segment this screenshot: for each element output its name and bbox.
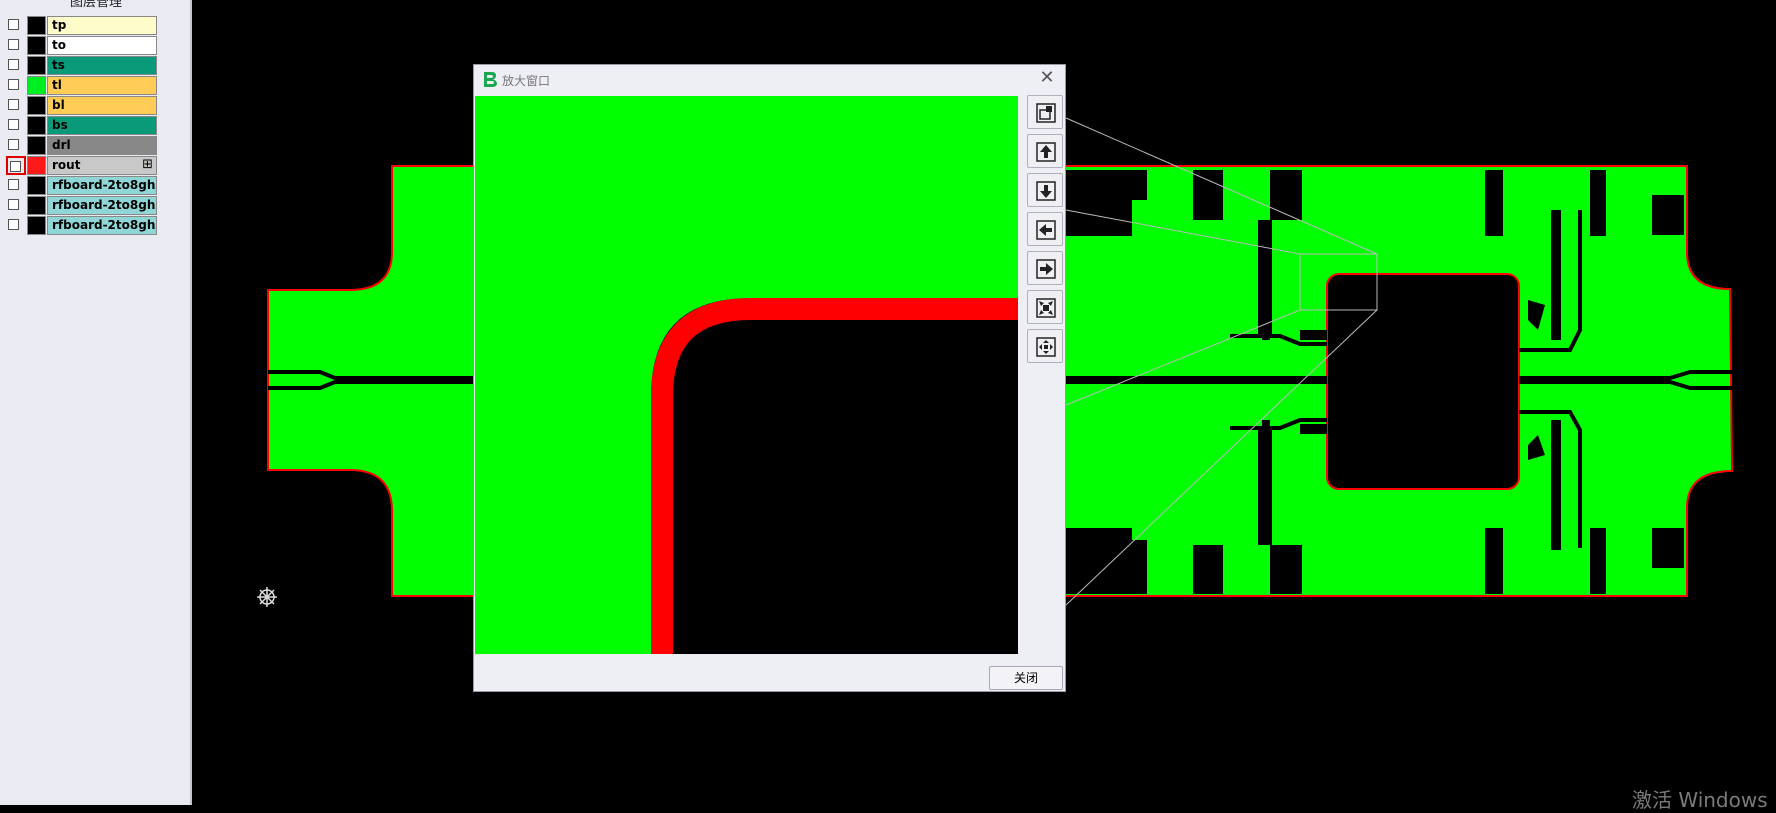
- zoom-view[interactable]: [475, 96, 1018, 654]
- move-down-button[interactable]: [1027, 173, 1063, 207]
- close-icon[interactable]: ✕: [1037, 68, 1057, 88]
- layer-visibility-cell[interactable]: [6, 96, 26, 115]
- layer-color-swatch[interactable]: [27, 76, 46, 95]
- layer-visibility-checkbox[interactable]: [8, 219, 19, 230]
- zoom-in-icon: [1036, 298, 1056, 318]
- layer-color-swatch[interactable]: [27, 96, 46, 115]
- zoom-view-image: [475, 96, 1018, 654]
- close-button[interactable]: 关闭: [989, 666, 1063, 690]
- layer-visibility-checkbox[interactable]: [8, 199, 19, 210]
- layer-visibility-checkbox[interactable]: [8, 39, 19, 50]
- move-left-icon: [1036, 220, 1056, 240]
- layer-row-rout[interactable]: rout ⊞: [6, 156, 157, 175]
- board-cutout: [1326, 273, 1520, 490]
- layer-color-swatch[interactable]: [27, 56, 46, 75]
- layer-name[interactable]: to: [47, 36, 157, 55]
- layer-visibility-cell[interactable]: [6, 216, 26, 235]
- layer-visibility-cell[interactable]: [6, 56, 26, 75]
- layer-visibility-checkbox[interactable]: [8, 139, 19, 150]
- move-down-icon: [1036, 181, 1056, 201]
- magnify-window[interactable]: 放大窗口 ✕ 关闭: [473, 64, 1066, 692]
- layer-visibility-cell[interactable]: [6, 156, 26, 175]
- zoom-in-button[interactable]: [1027, 290, 1063, 324]
- layer-name[interactable]: rfboard-2to8ghz...: [47, 196, 157, 215]
- layer-color-swatch[interactable]: [27, 116, 46, 135]
- move-up-button[interactable]: [1027, 134, 1063, 168]
- layer-row-tp[interactable]: tp: [6, 16, 157, 35]
- layer-row-bl[interactable]: bl: [6, 96, 157, 115]
- layer-name[interactable]: bl: [47, 96, 157, 115]
- activation-watermark: 激活 Windows: [1632, 788, 1768, 812]
- layer-color-swatch[interactable]: [27, 136, 46, 155]
- app-logo-icon: [484, 72, 497, 87]
- origin-marker: [257, 587, 277, 607]
- move-right-icon: [1036, 259, 1056, 279]
- layer-name[interactable]: rout: [47, 156, 157, 175]
- layer-visibility-cell[interactable]: [6, 36, 26, 55]
- zoom-out-button[interactable]: [1027, 329, 1063, 363]
- layer-visibility-cell[interactable]: [6, 16, 26, 35]
- layer-visibility-checkbox[interactable]: [8, 79, 19, 90]
- layer-visibility-cell[interactable]: [6, 116, 26, 135]
- layer-name[interactable]: ts: [47, 56, 157, 75]
- layer-visibility-checkbox[interactable]: [8, 179, 19, 190]
- layer-visibility-checkbox[interactable]: [8, 119, 19, 130]
- layer-color-swatch[interactable]: [27, 216, 46, 235]
- magnify-titlebar[interactable]: 放大窗口 ✕: [474, 65, 1065, 95]
- layer-visibility-checkbox[interactable]: [8, 59, 19, 70]
- fit-view-icon: [1036, 103, 1056, 123]
- layer-visibility-checkbox[interactable]: [8, 99, 19, 110]
- fit-view-button[interactable]: [1027, 95, 1063, 129]
- layer-row-bs[interactable]: bs: [6, 116, 157, 135]
- layer-name[interactable]: tl: [47, 76, 157, 95]
- layer-name[interactable]: bs: [47, 116, 157, 135]
- layer-panel: 图层管理 tptotstlblbsdrlrout⊞rfboard-2to8ghz…: [0, 0, 192, 805]
- panel-title: 图层管理: [70, 0, 123, 10]
- layer-visibility-cell[interactable]: [6, 196, 26, 215]
- layer-color-swatch[interactable]: [27, 36, 46, 55]
- layer-row-rfboard-2to8ghz[interactable]: rfboard-2to8ghz...: [6, 216, 157, 235]
- layer-color-swatch[interactable]: [27, 196, 46, 215]
- layer-row-rfboard-2to8ghz[interactable]: rfboard-2to8ghz...: [6, 176, 157, 195]
- move-left-button[interactable]: [1027, 212, 1063, 246]
- layer-row-tl[interactable]: tl: [6, 76, 157, 95]
- move-up-icon: [1036, 142, 1056, 162]
- magnify-title: 放大窗口: [502, 74, 551, 88]
- layer-color-swatch[interactable]: [27, 176, 46, 195]
- layer-expand-icon[interactable]: ⊞: [142, 156, 153, 173]
- layer-row-rfboard-2to8ghz[interactable]: rfboard-2to8ghz...: [6, 196, 157, 215]
- layer-color-swatch[interactable]: [27, 156, 46, 175]
- layer-name[interactable]: rfboard-2to8ghz...: [47, 176, 157, 195]
- layer-visibility-cell[interactable]: [6, 176, 26, 195]
- zoom-out-icon: [1036, 337, 1056, 357]
- layer-color-swatch[interactable]: [27, 16, 46, 35]
- layer-visibility-cell[interactable]: [6, 76, 26, 95]
- layer-row-ts[interactable]: ts: [6, 56, 157, 75]
- layer-row-drl[interactable]: drl: [6, 136, 157, 155]
- layer-visibility-cell[interactable]: [6, 136, 26, 155]
- layer-visibility-checkbox[interactable]: [8, 19, 19, 30]
- layer-name[interactable]: tp: [47, 16, 157, 35]
- layer-name[interactable]: drl: [47, 136, 157, 155]
- move-right-button[interactable]: [1027, 251, 1063, 285]
- layer-row-to[interactable]: to: [6, 36, 157, 55]
- layer-name[interactable]: rfboard-2to8ghz...: [47, 216, 157, 235]
- layer-visibility-checkbox[interactable]: [10, 161, 21, 172]
